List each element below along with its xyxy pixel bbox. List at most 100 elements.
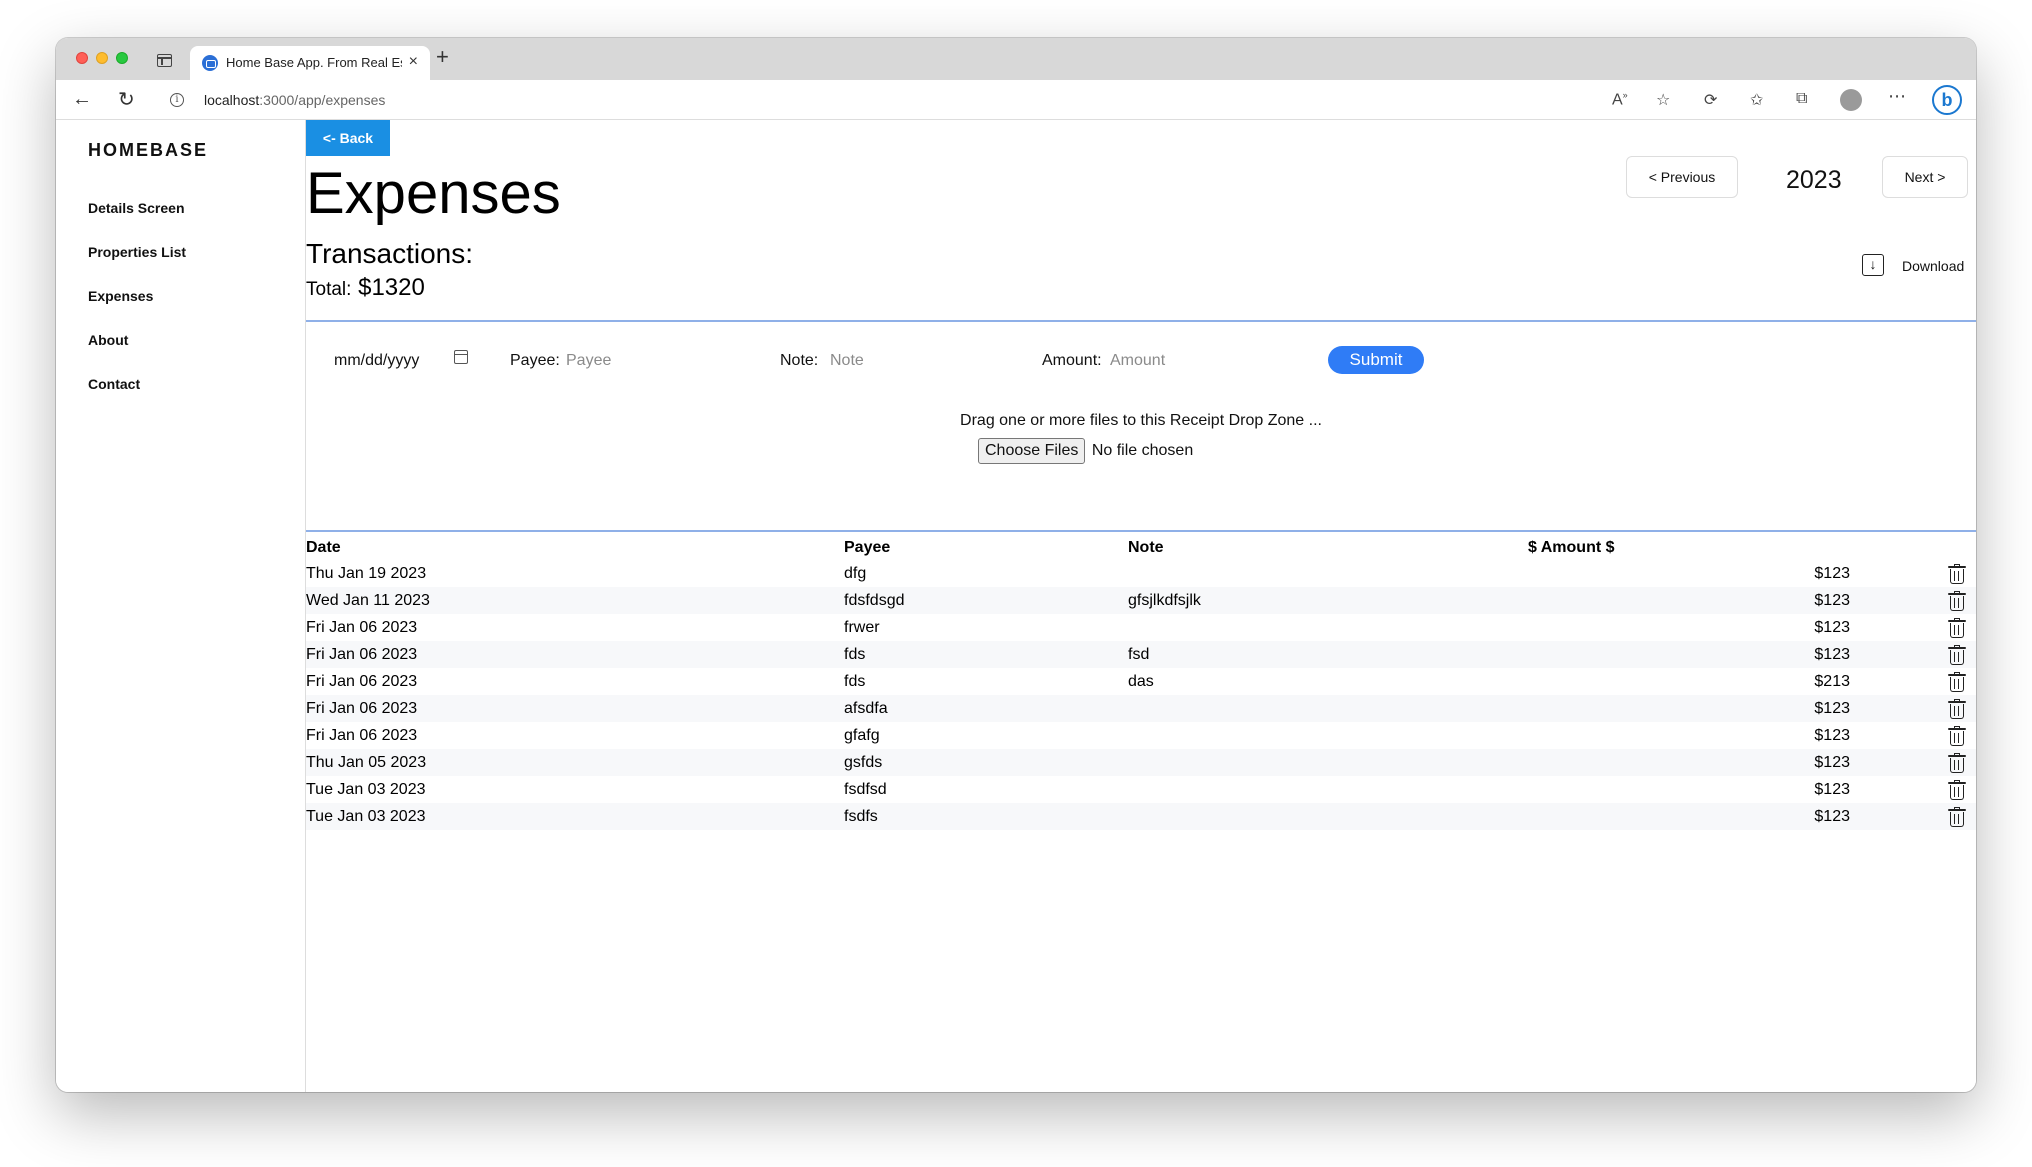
row-note: gfsjlkdfsjlk bbox=[1128, 587, 1528, 614]
back-button[interactable]: <- Back bbox=[306, 120, 390, 156]
transactions-table: Date Payee Note $ Amount $ Thu Jan 19 20… bbox=[306, 536, 1976, 830]
table-row: Wed Jan 11 2023 fdsfdsgd gfsjlkdfsjlk $123 bbox=[306, 587, 1976, 614]
transactions-heading: Transactions: bbox=[306, 238, 474, 269]
row-note bbox=[1128, 722, 1528, 749]
favorite-add-icon[interactable]: ☆ bbox=[1656, 90, 1670, 110]
page-title: Expenses bbox=[306, 161, 561, 226]
row-note bbox=[1128, 695, 1528, 722]
url-text: localhost:3000/app/expenses bbox=[204, 92, 386, 108]
submit-button[interactable]: Submit bbox=[1328, 346, 1424, 374]
divider bbox=[306, 530, 1976, 532]
row-amount: $123 bbox=[1528, 641, 1850, 668]
tab-close-icon[interactable]: × bbox=[409, 53, 418, 71]
date-input[interactable]: mm/dd/yyyy bbox=[334, 352, 419, 370]
row-note bbox=[1128, 614, 1528, 641]
more-icon[interactable]: ⋯ bbox=[1888, 86, 1906, 107]
profile-icon[interactable] bbox=[1840, 89, 1862, 111]
browser-toolbar: ← ↻ i localhost:3000/app/expenses A» ☆ ⟳… bbox=[56, 80, 1976, 120]
row-payee: fsdfsd bbox=[844, 780, 887, 798]
delete-cell bbox=[1850, 560, 1976, 587]
row-note bbox=[1128, 749, 1528, 776]
read-aloud-icon[interactable]: A» bbox=[1612, 90, 1628, 109]
row-note: das bbox=[1128, 672, 1154, 690]
trash-icon[interactable] bbox=[1948, 617, 1966, 638]
delete-cell bbox=[1850, 749, 1976, 776]
row-payee: fds bbox=[844, 641, 1128, 668]
row-date: Fri Jan 06 2023 bbox=[306, 618, 418, 636]
trash-icon[interactable] bbox=[1948, 590, 1966, 611]
row-payee: gfafg bbox=[844, 726, 880, 744]
previous-year-button[interactable]: < Previous bbox=[1626, 156, 1738, 198]
tab-strip: Home Base App. From Real Estate × + bbox=[56, 38, 1976, 80]
actions-column-header bbox=[1850, 536, 1976, 560]
browser-back-icon[interactable]: ← bbox=[72, 88, 92, 111]
row-date: Fri Jan 06 2023 bbox=[306, 641, 844, 668]
table-row: Fri Jan 06 2023 gfafg $123 bbox=[306, 722, 1976, 749]
table-row: Fri Jan 06 2023 fds fsd $123 bbox=[306, 641, 1976, 668]
table-row: Tue Jan 03 2023 fsdfs $123 bbox=[306, 803, 1976, 830]
row-date: Thu Jan 05 2023 bbox=[306, 749, 844, 776]
amount-input[interactable] bbox=[1110, 352, 1260, 370]
row-date: Fri Jan 06 2023 bbox=[306, 695, 844, 722]
minimize-window-button[interactable] bbox=[96, 52, 108, 64]
row-amount: $123 bbox=[1528, 803, 1850, 830]
bing-icon[interactable]: b bbox=[1932, 85, 1962, 115]
year-display: 2023 bbox=[1786, 166, 1842, 194]
trash-icon[interactable] bbox=[1948, 563, 1966, 584]
reload-icon[interactable]: ↻ bbox=[118, 87, 135, 112]
delete-cell bbox=[1850, 641, 1976, 668]
total-label: Total: bbox=[306, 279, 352, 300]
sidebar-item-about[interactable]: About bbox=[88, 332, 128, 348]
row-payee: frwer bbox=[844, 618, 880, 636]
choose-files-button[interactable]: Choose Files bbox=[978, 438, 1086, 464]
row-payee: fdsfdsgd bbox=[844, 587, 1128, 614]
date-column-header: Date bbox=[306, 539, 341, 556]
close-window-button[interactable] bbox=[76, 52, 88, 64]
sidebar-item-properties-list[interactable]: Properties List bbox=[88, 244, 186, 260]
row-note: fsd bbox=[1128, 641, 1528, 668]
trash-icon[interactable] bbox=[1948, 779, 1966, 800]
zoom-window-button[interactable] bbox=[116, 52, 128, 64]
favorites-icon[interactable]: ✩ bbox=[1750, 90, 1763, 110]
sidebar-item-contact[interactable]: Contact bbox=[88, 376, 140, 392]
row-payee: dfg bbox=[844, 564, 867, 582]
row-payee: fds bbox=[844, 672, 866, 690]
row-amount: $123 bbox=[1814, 780, 1850, 798]
download-icon: ↓ bbox=[1862, 254, 1884, 276]
row-date: Thu Jan 19 2023 bbox=[306, 564, 427, 582]
trash-icon[interactable] bbox=[1948, 725, 1966, 746]
next-year-button[interactable]: Next > bbox=[1882, 156, 1968, 198]
trash-icon[interactable] bbox=[1948, 698, 1966, 719]
delete-cell bbox=[1850, 587, 1976, 614]
site-info-icon[interactable]: i bbox=[170, 93, 184, 107]
table-body: Thu Jan 19 2023 dfg $123 Wed Jan 11 2023 fds… bbox=[306, 560, 1976, 830]
trash-icon[interactable] bbox=[1948, 752, 1966, 773]
brand-logo[interactable]: HOMEBASE bbox=[88, 140, 208, 161]
sidebar-item-details-screen[interactable]: Details Screen bbox=[88, 200, 185, 216]
payee-input[interactable] bbox=[566, 352, 716, 370]
note-label: Note: bbox=[780, 352, 819, 369]
download-label: Download bbox=[1902, 258, 1965, 274]
trash-icon[interactable] bbox=[1948, 806, 1966, 827]
trash-icon[interactable] bbox=[1948, 644, 1966, 665]
trash-icon[interactable] bbox=[1948, 671, 1966, 692]
receipt-drop-zone-text[interactable]: Drag one or more files to this Receipt D… bbox=[306, 412, 1976, 430]
extensions-icon[interactable]: ⟳ bbox=[1704, 90, 1717, 110]
address-bar[interactable]: i localhost:3000/app/expenses bbox=[156, 85, 1676, 115]
tab-actions-icon[interactable] bbox=[157, 54, 172, 67]
payee-column-header: Payee bbox=[844, 539, 891, 556]
delete-cell bbox=[1850, 803, 1976, 830]
browser-tab[interactable]: Home Base App. From Real Estate × bbox=[190, 46, 430, 80]
sidebar: HOMEBASE Details Screen Properties List … bbox=[56, 120, 306, 1092]
sidebar-item-expenses[interactable]: Expenses bbox=[88, 288, 153, 304]
collections-icon[interactable]: ⧉ bbox=[1796, 90, 1807, 108]
row-payee: fsdfs bbox=[844, 803, 1128, 830]
payee-label: Payee: bbox=[510, 352, 560, 369]
homebase-favicon-icon bbox=[202, 55, 218, 71]
row-amount: $123 bbox=[1814, 618, 1850, 636]
row-amount: $123 bbox=[1528, 695, 1850, 722]
new-tab-button[interactable]: + bbox=[436, 44, 449, 70]
note-input[interactable] bbox=[830, 352, 980, 370]
table-row: Tue Jan 03 2023 fsdfsd $123 bbox=[306, 776, 1976, 803]
calendar-icon[interactable] bbox=[454, 350, 468, 364]
